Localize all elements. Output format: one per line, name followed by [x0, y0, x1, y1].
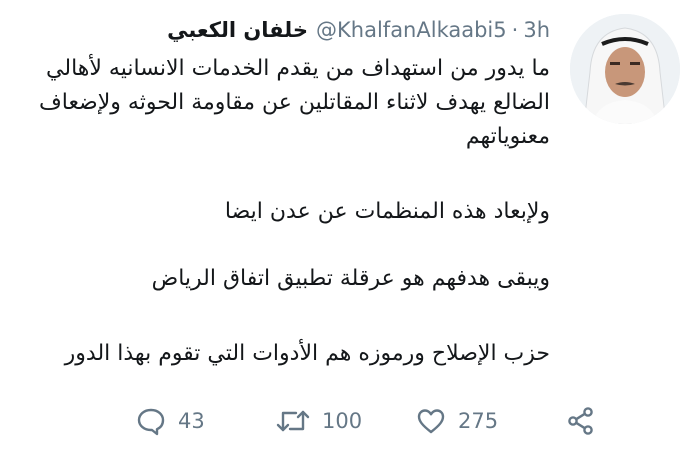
share-button[interactable] — [566, 406, 596, 436]
author-name[interactable]: خلفان الكعبي — [167, 16, 308, 44]
separator: · — [511, 18, 519, 42]
author-handle[interactable]: @KhalfanAlkaabi5 — [316, 16, 507, 44]
tweet-header: خلفان الكعبي @KhalfanAlkaabi5 · 3h — [167, 16, 550, 44]
like-button[interactable]: 275 — [416, 406, 566, 436]
tweet-actions: 43 100 275 — [136, 406, 596, 436]
retweet-icon — [276, 406, 310, 436]
timestamp[interactable]: 3h — [523, 16, 550, 44]
avatar[interactable] — [570, 14, 680, 124]
tweet-paragraph: ويبقى هدفهم هو عرقلة تطبيق اتفاق الرياض — [151, 266, 550, 291]
share-icon — [566, 406, 596, 436]
tweet-paragraph: ما يدور من استهداف من يقدم الخدمات الانس… — [38, 56, 550, 149]
reply-button[interactable]: 43 — [136, 406, 276, 436]
heart-icon — [416, 406, 446, 436]
tweet[interactable]: خلفان الكعبي @KhalfanAlkaabi5 · 3h ما يد… — [0, 0, 700, 467]
retweet-count: 100 — [322, 409, 363, 433]
reply-count: 43 — [178, 409, 205, 433]
retweet-button[interactable]: 100 — [276, 406, 416, 436]
tweet-paragraph: حزب الإصلاح ورموزه هم الأدوات التي تقوم … — [64, 341, 550, 366]
reply-icon — [136, 406, 166, 436]
like-count: 275 — [458, 409, 499, 433]
tweet-paragraph: ولإبعاد هذه المنظمات عن عدن ايضا — [224, 199, 550, 224]
tweet-body: ما يدور من استهداف من يقدم الخدمات الانس… — [25, 52, 550, 366]
